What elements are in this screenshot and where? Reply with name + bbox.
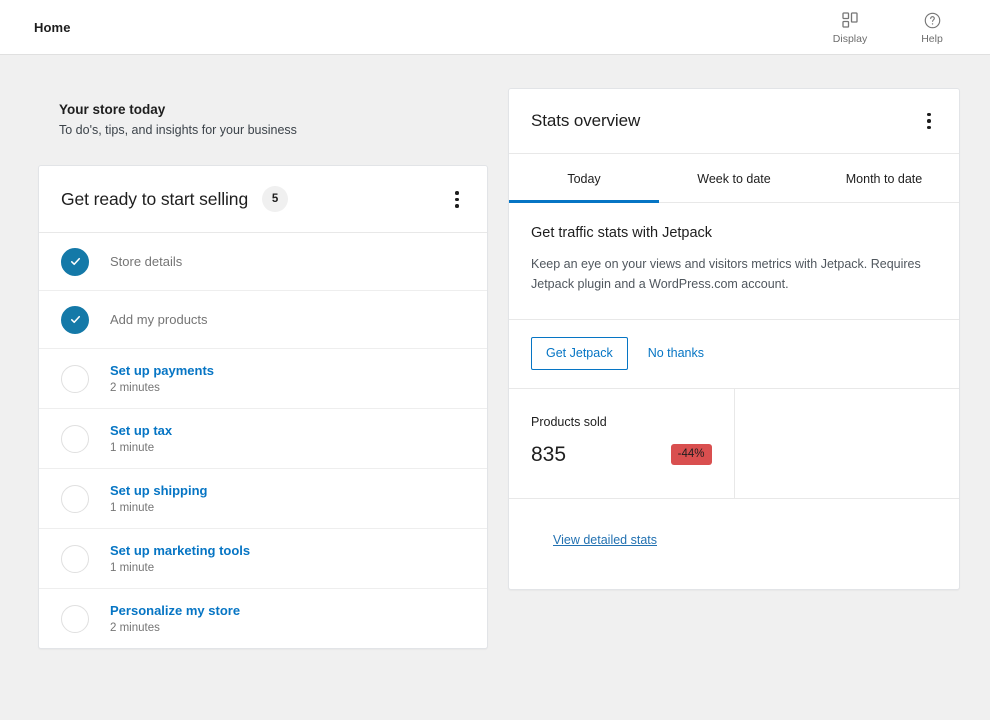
- ellipsis-vertical-icon-dot: [455, 191, 459, 195]
- tasklist-menu-button[interactable]: [443, 185, 471, 213]
- task-label[interactable]: Set up payments: [110, 363, 214, 378]
- task-label[interactable]: Set up shipping: [110, 483, 208, 498]
- task-checkbox-completed[interactable]: [61, 247, 89, 276]
- no-thanks-button[interactable]: No thanks: [638, 338, 714, 368]
- task-label: Store details: [110, 254, 183, 270]
- help-button-label: Help: [921, 33, 943, 46]
- stat-label: Products sold: [531, 414, 607, 429]
- task-checkbox-completed[interactable]: [61, 305, 89, 334]
- task-row[interactable]: Set up tax 1 minute: [39, 409, 487, 470]
- tab-today[interactable]: Today: [509, 154, 659, 203]
- help-button[interactable]: Help: [906, 9, 958, 45]
- ellipsis-vertical-icon-dot: [927, 112, 931, 117]
- tasklist-count-badge: 5: [262, 186, 289, 213]
- tasklist-title: Get ready to start selling: [61, 188, 249, 209]
- jetpack-promo: Get traffic stats with Jetpack Keep an e…: [509, 203, 959, 320]
- stat-cell-products-sold[interactable]: Products sold 835 -44%: [509, 388, 735, 498]
- stats-tabs: Today Week to date Month to date: [509, 154, 959, 203]
- task-body: Set up shipping 1 minute: [110, 483, 208, 514]
- right-column: Stats overview Today Week to date Month …: [508, 55, 990, 590]
- stat-value: 835: [531, 442, 567, 466]
- task-duration: 2 minutes: [110, 382, 160, 395]
- task-body: Set up marketing tools 1 minute: [110, 543, 250, 574]
- task-label: Add my products: [110, 312, 208, 328]
- task-duration: 2 minutes: [110, 622, 160, 635]
- stats-overview-card: Stats overview Today Week to date Month …: [508, 88, 960, 590]
- task-row[interactable]: Store details: [39, 233, 487, 292]
- task-row[interactable]: Set up shipping 1 minute: [39, 469, 487, 530]
- task-body: Set up tax 1 minute: [110, 423, 172, 454]
- header-actions: Display Help: [824, 9, 968, 45]
- stat-value-row: 835 -44%: [531, 443, 712, 467]
- stats-menu-button[interactable]: [915, 107, 943, 135]
- task-body: Store details: [110, 254, 182, 269]
- task-body: Set up payments 2 minutes: [110, 363, 214, 394]
- task-label[interactable]: Set up marketing tools: [110, 543, 250, 558]
- display-button-label: Display: [832, 33, 868, 46]
- task-body: Personalize my store 2 minutes: [110, 603, 240, 634]
- help-circle-icon: [921, 9, 943, 31]
- task-label[interactable]: Personalize my store: [110, 603, 240, 618]
- stats-grid: Products sold 835 -44%: [509, 388, 960, 499]
- task-checkbox-pending[interactable]: [61, 544, 89, 573]
- display-button[interactable]: Display: [824, 9, 876, 45]
- task-row[interactable]: Set up payments 2 minutes: [39, 349, 487, 410]
- view-detailed-stats-link[interactable]: View detailed stats: [553, 533, 657, 547]
- task-label[interactable]: Set up tax: [110, 423, 172, 438]
- store-today-subheading: To do's, tips, and insights for your bus…: [59, 122, 297, 137]
- jetpack-promo-title: Get traffic stats with Jetpack: [531, 225, 713, 241]
- ellipsis-vertical-icon-dot: [455, 204, 459, 208]
- display-grid-icon: [839, 9, 861, 31]
- task-duration: 1 minute: [110, 442, 155, 455]
- task-duration: 1 minute: [110, 562, 155, 575]
- task-checkbox-pending[interactable]: [61, 364, 89, 393]
- page-body: Your store today To do's, tips, and insi…: [0, 55, 990, 650]
- store-today-heading: Your store today: [59, 102, 166, 117]
- stats-title: Stats overview: [531, 111, 641, 130]
- task-duration: 1 minute: [110, 502, 155, 515]
- task-row[interactable]: Set up marketing tools 1 minute: [39, 529, 487, 590]
- jetpack-actions: Get Jetpack No thanks: [509, 320, 959, 389]
- stat-delta-badge: -44%: [670, 443, 712, 466]
- task-checkbox-pending[interactable]: [61, 424, 89, 453]
- tab-week-to-date[interactable]: Week to date: [659, 154, 809, 202]
- task-checkbox-pending[interactable]: [61, 604, 89, 633]
- get-jetpack-button[interactable]: Get Jetpack: [531, 336, 628, 370]
- ellipsis-vertical-icon-dot: [455, 197, 459, 202]
- page-title: Home: [34, 19, 71, 35]
- task-row[interactable]: Add my products: [39, 291, 487, 350]
- ellipsis-vertical-icon-dot: [927, 119, 931, 123]
- stats-header: Stats overview: [509, 89, 959, 154]
- task-body: Add my products: [110, 312, 208, 327]
- tasklist-header: Get ready to start selling 5: [39, 166, 487, 234]
- tab-month-to-date[interactable]: Month to date: [809, 154, 959, 202]
- task-row[interactable]: Personalize my store 2 minutes: [39, 589, 487, 648]
- app-header: Home Display Help: [0, 0, 990, 55]
- store-today-intro: Your store today To do's, tips, and insi…: [38, 100, 508, 139]
- stat-cell-empty: [735, 389, 960, 498]
- left-column: Your store today To do's, tips, and insi…: [0, 55, 508, 650]
- task-checkbox-pending[interactable]: [61, 484, 89, 513]
- stats-footer: View detailed stats: [509, 499, 959, 589]
- tasklist-card: Get ready to start selling 5 Store detai…: [38, 165, 488, 650]
- ellipsis-vertical-icon-dot: [927, 125, 931, 130]
- jetpack-promo-description: Keep an eye on your views and visitors m…: [531, 257, 921, 292]
